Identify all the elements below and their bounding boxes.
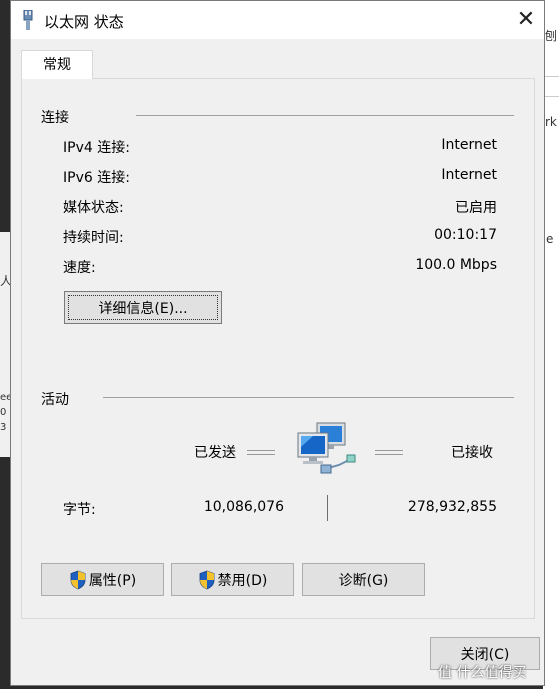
disable-button[interactable]: 禁用(D) (171, 563, 294, 596)
uac-shield-icon (70, 570, 86, 589)
bytes-sent-value: 10,086,076 (203, 499, 284, 515)
duration-value: 00:10:17 (434, 227, 497, 243)
activity-divider (103, 397, 514, 398)
tab-panel-general (21, 79, 535, 619)
ipv4-value: Internet (441, 137, 497, 153)
received-activity-line (375, 450, 403, 455)
background-text: rk (545, 115, 557, 129)
bytes-label: 字节: (63, 502, 96, 518)
details-button[interactable]: 详细信息(E)... (64, 291, 222, 324)
sent-label: 已发送 (194, 445, 236, 461)
window-title: 以太网 状态 (44, 13, 124, 31)
ipv6-label: IPv6 连接: (63, 170, 130, 186)
ipv4-label: IPv4 连接: (63, 140, 130, 156)
diagnose-button[interactable]: 诊断(G) (302, 563, 425, 596)
media-state-value: 已启用 (455, 200, 497, 216)
focus-rectangle (68, 295, 218, 320)
ipv6-value: Internet (441, 167, 497, 183)
watermark: 值 什么值得买 (438, 665, 527, 681)
close-icon: ✕ (516, 7, 536, 32)
uac-shield-icon (199, 570, 215, 589)
background-text: e (546, 232, 554, 246)
sent-activity-line (247, 450, 275, 455)
connection-divider (136, 115, 514, 116)
received-label: 已接收 (451, 445, 493, 461)
media-state-label: 媒体状态: (63, 200, 124, 216)
bytes-received-value: 278,932,855 (407, 499, 497, 515)
close-button-label: 关闭(C) (460, 646, 510, 663)
duration-label: 持续时间: (63, 230, 124, 246)
background-text: 3 (0, 422, 7, 433)
activity-heading: 活动 (41, 392, 69, 408)
tab-general[interactable]: 常规 (21, 50, 93, 80)
ethernet-status-dialog: 以太网 状态 ✕ 常规 连接 IPv4 连接: Internet IPv6 连接… (10, 0, 545, 686)
properties-button[interactable]: 属性(P) (41, 563, 164, 596)
diagnose-button-label: 诊断(G) (338, 572, 389, 589)
connection-heading: 连接 (41, 110, 69, 126)
speed-label: 速度: (63, 260, 96, 276)
background-text: 0 (0, 407, 7, 418)
title-bar: 以太网 状态 ✕ (11, 1, 544, 39)
properties-button-label: 属性(P) (88, 572, 137, 589)
background-window-right: 刨 rk e (543, 0, 559, 689)
speed-value: 100.0 Mbps (415, 257, 497, 273)
close-window-button[interactable]: ✕ (511, 6, 541, 34)
ethernet-plug-icon (23, 10, 33, 30)
bytes-divider (327, 495, 328, 521)
disable-button-label: 禁用(D) (217, 572, 268, 589)
background-text: 刨 (545, 29, 558, 43)
network-computers-icon (297, 422, 356, 474)
